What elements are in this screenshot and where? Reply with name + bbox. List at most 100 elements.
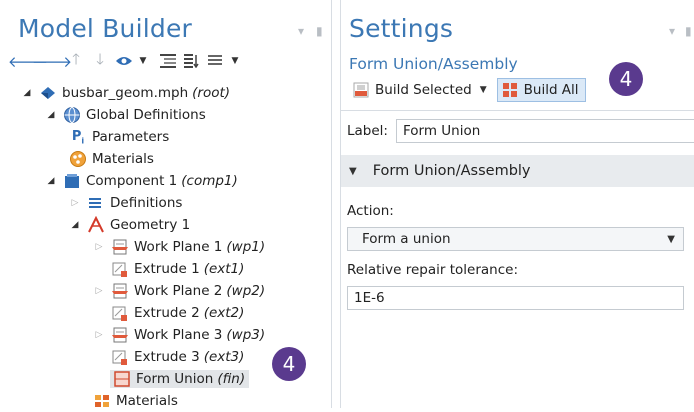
tree-item-tag: (fin): [217, 371, 246, 387]
expand-arrow-icon[interactable]: ◢: [68, 220, 82, 230]
tree-item-tag: (wp3): [226, 327, 266, 343]
tree-item-root[interactable]: ◢ busbar_geom.mph (root): [20, 82, 231, 104]
tree-item-extrude-1[interactable]: Extrude 1 (ext1): [110, 258, 244, 280]
tree-item-label: Work Plane 2: [134, 283, 223, 299]
tree-item-parameters[interactable]: Pi Parameters: [68, 126, 169, 148]
tree-item-label: Geometry 1: [110, 217, 191, 233]
tree-item-label: Global Definitions: [86, 107, 206, 123]
pin-icon[interactable]: ▮: [316, 24, 323, 38]
model-icon: [38, 84, 58, 102]
show-icon[interactable]: [114, 52, 134, 70]
build-selected-icon: [353, 82, 369, 98]
globe-icon: [62, 106, 82, 124]
tree-item-definitions[interactable]: ▷ Definitions: [68, 192, 183, 214]
work-plane-icon: [110, 326, 130, 344]
tree-item-label: Work Plane 1: [134, 239, 223, 255]
divider: [341, 110, 694, 111]
settings-title: Settings: [349, 14, 454, 43]
work-plane-icon: [110, 282, 130, 300]
extrude-icon: [110, 348, 130, 366]
tree-item-extrude-3[interactable]: Extrude 3 (ext3): [110, 346, 244, 368]
pin-icon[interactable]: ▮: [685, 24, 692, 38]
tree-item-label: Materials: [92, 151, 154, 167]
step-badge: 4: [609, 62, 643, 96]
extrude-icon: [110, 260, 130, 278]
work-plane-icon: [110, 238, 130, 256]
tree-item-label: Component 1: [86, 173, 178, 189]
settings-panel: Settings ▾ ▮ Form Union/Assembly Build S…: [340, 0, 694, 408]
tree-item-work-plane-3[interactable]: ▷ Work Plane 3 (wp3): [92, 324, 266, 346]
definitions-icon: [86, 194, 106, 212]
tree-item-label: Materials: [116, 393, 178, 409]
tree-item-tag: (ext1): [203, 261, 245, 277]
label-caption: Label:: [347, 123, 388, 139]
action-select[interactable]: Form a union ▼: [347, 227, 684, 251]
tree-item-tag: (root): [192, 85, 231, 101]
tree-item-geometry[interactable]: ◢ Geometry 1: [68, 214, 190, 236]
section-header-form-union[interactable]: ▼ Form Union/Assembly: [341, 155, 694, 187]
materials-icon: [68, 150, 88, 168]
tree-item-materials-component[interactable]: Materials: [92, 390, 178, 412]
tree-item-tag: (ext3): [203, 349, 245, 365]
arrow-up-icon[interactable]: 🡑: [66, 50, 86, 70]
chevron-down-icon[interactable]: ▼: [480, 85, 487, 95]
form-union-icon: [112, 370, 132, 388]
tree-item-tag: (wp2): [226, 283, 266, 299]
step-badge: 4: [272, 347, 306, 381]
chevron-down-icon[interactable]: ▼: [667, 234, 675, 245]
collapsed-arrow-icon[interactable]: ▷: [92, 286, 106, 296]
collapsed-arrow-icon[interactable]: ▷: [92, 242, 106, 252]
tree-item-label: Definitions: [110, 195, 183, 211]
collapse-icon[interactable]: [182, 52, 202, 70]
collapsed-arrow-icon[interactable]: ▷: [92, 330, 106, 340]
tree-item-materials-global[interactable]: Materials: [68, 148, 154, 170]
chevron-down-icon[interactable]: ▼: [138, 52, 148, 70]
tree-item-tag: (wp1): [226, 239, 266, 255]
build-all-icon: [502, 82, 518, 98]
expand-arrow-icon[interactable]: ◢: [20, 88, 34, 98]
tree-item-tag: (ext2): [203, 305, 245, 321]
collapsed-arrow-icon[interactable]: ▷: [68, 198, 82, 208]
geometry-icon: [86, 216, 106, 234]
build-all-label: Build All: [523, 82, 579, 98]
tree-item-label: Work Plane 3: [134, 327, 223, 343]
chevron-down-icon[interactable]: ▼: [230, 52, 240, 70]
list-icon[interactable]: [206, 52, 226, 70]
build-selected-button[interactable]: Build Selected ▼: [349, 78, 491, 102]
section-title: Form Union/Assembly: [372, 163, 531, 179]
tree-item-work-plane-2[interactable]: ▷ Work Plane 2 (wp2): [92, 280, 266, 302]
tree-item-global-definitions[interactable]: ◢ Global Definitions: [44, 104, 206, 126]
tree-item-component[interactable]: ◢ Component 1 (comp1): [44, 170, 238, 192]
parameters-icon: Pi: [71, 128, 85, 146]
expand-arrow-icon[interactable]: ◢: [44, 110, 58, 120]
tree-item-label: busbar_geom.mph: [62, 85, 189, 101]
label-input[interactable]: Form Union: [395, 119, 694, 143]
tree-item-label: Form Union: [136, 371, 214, 387]
tolerance-label: Relative repair tolerance:: [347, 262, 518, 278]
expand-icon[interactable]: [158, 52, 178, 70]
model-builder-title: Model Builder: [18, 14, 193, 43]
action-label: Action:: [347, 203, 394, 219]
panel-menu-caret-icon[interactable]: ▾: [669, 24, 675, 38]
extrude-icon: [110, 304, 130, 322]
selection-highlight: Form Union (fin): [110, 370, 250, 388]
tree-item-label: Extrude 3: [134, 349, 200, 365]
collapse-triangle-icon[interactable]: ▼: [349, 166, 357, 177]
tree-item-extrude-2[interactable]: Extrude 2 (ext2): [110, 302, 244, 324]
expand-arrow-icon[interactable]: ◢: [44, 176, 58, 186]
build-all-button[interactable]: Build All: [496, 78, 586, 102]
tree-item-label: Parameters: [92, 129, 170, 145]
tree-item-form-union[interactable]: Form Union (fin): [110, 368, 250, 390]
tree-item-label: Extrude 1: [134, 261, 200, 277]
arrow-down-icon[interactable]: 🡓: [90, 50, 110, 70]
arrow-right-icon[interactable]: 🡒: [32, 52, 72, 71]
settings-toolbar: Build Selected ▼ Build All: [349, 78, 586, 102]
action-value: Form a union: [362, 231, 451, 247]
panel-menu-caret-icon[interactable]: ▾: [298, 24, 304, 38]
tree-item-label: Extrude 2: [134, 305, 200, 321]
tree-item-tag: (comp1): [181, 173, 238, 189]
tolerance-input[interactable]: 1E-6: [347, 286, 684, 310]
label-row: Label: Form Union: [347, 119, 694, 143]
model-builder-toolbar: 🡐 🡒 🡑 🡓 ▼ ▼: [8, 50, 250, 71]
tree-item-work-plane-1[interactable]: ▷ Work Plane 1 (wp1): [92, 236, 266, 258]
